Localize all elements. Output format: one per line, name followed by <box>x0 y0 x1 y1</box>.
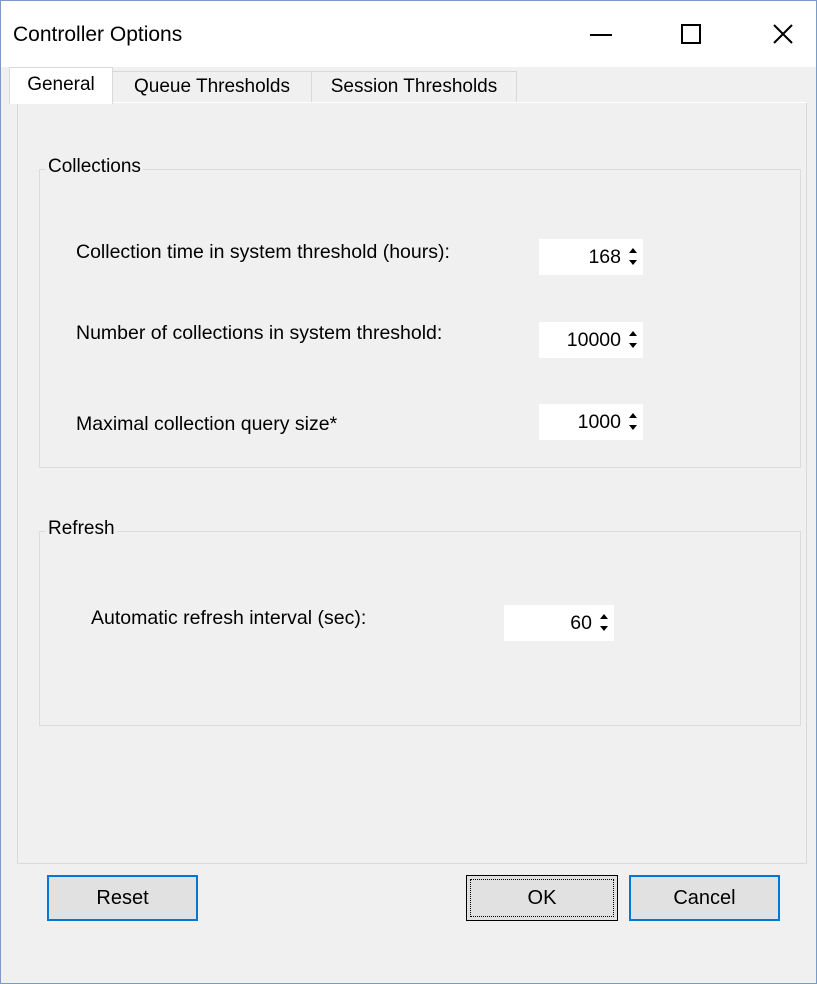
maximize-button[interactable] <box>661 11 721 57</box>
reset-button[interactable]: Reset <box>47 875 198 921</box>
close-button[interactable] <box>753 11 813 57</box>
spin-up-icon[interactable] <box>600 614 608 619</box>
spinner-arrows[interactable] <box>625 322 643 358</box>
number-of-collections-spinner[interactable]: 10000 <box>539 322 643 358</box>
spin-up-icon[interactable] <box>629 413 637 418</box>
minimize-button[interactable] <box>571 11 631 57</box>
collection-time-value[interactable]: 168 <box>539 246 625 269</box>
refresh-interval-label: Automatic refresh interval (sec): <box>91 607 367 629</box>
tab-general[interactable]: General <box>9 67 113 104</box>
spin-down-icon[interactable] <box>600 626 608 631</box>
collection-time-spinner[interactable]: 168 <box>539 239 643 275</box>
close-icon <box>773 24 793 44</box>
spinner-arrows[interactable] <box>596 605 614 641</box>
spin-down-icon[interactable] <box>629 343 637 348</box>
focus-rectangle <box>470 879 614 917</box>
max-query-size-spinner[interactable]: 1000 <box>539 404 643 440</box>
tab-session-thresholds[interactable]: Session Thresholds <box>311 71 517 102</box>
title-bar[interactable]: Controller Options <box>1 1 816 67</box>
tab-strip: General Queue Thresholds Session Thresho… <box>9 67 809 104</box>
spin-up-icon[interactable] <box>629 331 637 336</box>
cancel-button[interactable]: Cancel <box>629 875 780 921</box>
controller-options-window: Controller Options General Queue Thresho… <box>0 0 817 984</box>
max-query-size-value[interactable]: 1000 <box>539 411 625 434</box>
maximize-icon <box>681 24 701 44</box>
ok-button[interactable]: OK <box>466 875 618 921</box>
collection-time-label: Collection time in system threshold (hou… <box>76 241 450 263</box>
max-query-size-label: Maximal collection query size* <box>76 413 338 435</box>
refresh-interval-value[interactable]: 60 <box>504 612 596 635</box>
spinner-arrows[interactable] <box>625 239 643 275</box>
spin-down-icon[interactable] <box>629 260 637 265</box>
spin-up-icon[interactable] <box>629 248 637 253</box>
window-title: Controller Options <box>13 23 183 46</box>
spin-down-icon[interactable] <box>629 425 637 430</box>
number-of-collections-value[interactable]: 10000 <box>539 329 625 352</box>
number-of-collections-label: Number of collections in system threshol… <box>76 322 443 344</box>
tab-queue-thresholds[interactable]: Queue Thresholds <box>112 71 312 102</box>
collections-legend: Collections <box>46 156 143 178</box>
minimize-icon <box>590 34 612 36</box>
refresh-interval-spinner[interactable]: 60 <box>504 605 614 641</box>
refresh-legend: Refresh <box>46 518 117 540</box>
spinner-arrows[interactable] <box>625 404 643 440</box>
